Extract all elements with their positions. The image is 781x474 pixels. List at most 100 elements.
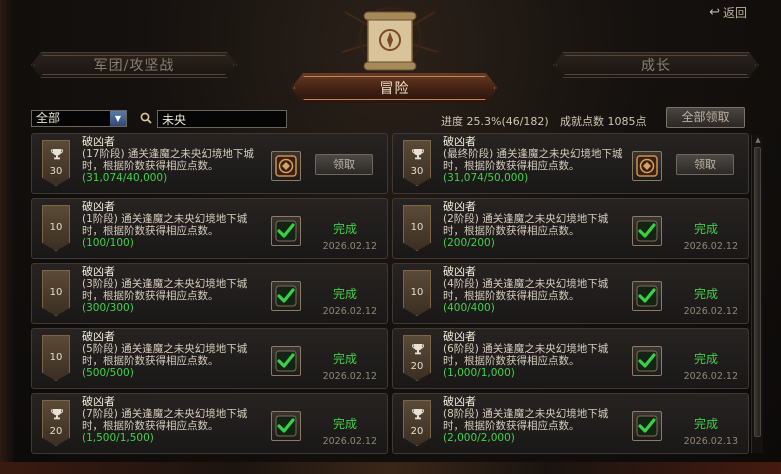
points-badge: 10 [403,270,431,316]
completed-date: 2026.02.12 [322,436,377,447]
achievement-text: 破凶者 (4阶段) 通关逢魔之未央幻境地下城时，根据阶数获得相应点数。 (400… [443,265,625,315]
tab-growth[interactable]: 成长 [553,52,759,78]
completed-label: 完成 [332,417,357,431]
category-select-value: 全部 [36,111,61,125]
claim-button[interactable]: 领取 [676,154,734,175]
achievement-card: 30 破凶者 (最终阶段) 通关逢魔之未央幻境地下城时，根据阶数获得相应点数。 … [392,133,749,194]
scroll-up-arrow-icon[interactable]: ▲ [752,135,764,145]
progress-summary: 进度 25.3%(46/182) [441,115,549,128]
search-input[interactable] [157,110,287,128]
achievement-text: 破凶者 (17阶段) 通关逢魔之未央幻境地下城时，根据阶数获得相应点数。 (31… [82,135,264,185]
checkmark-icon [275,415,297,437]
achievement-text: 破凶者 (6阶段) 通关逢魔之未央幻境地下城时，根据阶数获得相应点数。 (1,0… [443,330,625,380]
achievement-progress: (1,500/1,500) [82,432,154,444]
completed-label: 完成 [693,417,718,431]
chevron-down-icon[interactable]: ▼ [110,111,126,126]
completed-label: 完成 [693,222,718,236]
completed-date: 2026.02.12 [322,241,377,252]
badge-points: 10 [410,222,424,233]
scroll-thumb[interactable] [754,147,761,437]
points-badge: 10 [42,270,70,316]
achievement-progress: (500/500) [82,367,134,379]
tab-adventure-label: 冒险 [379,81,410,97]
left-edge-strip [0,0,14,474]
achievement-desc: (5阶段) 通关逢魔之未央幻境地下城时，根据阶数获得相应点数。 [82,343,248,367]
achievement-text: 破凶者 (最终阶段) 通关逢魔之未央幻境地下城时，根据阶数获得相应点数。 (31… [443,136,625,185]
checkmark-icon [275,220,297,242]
achievement-title: 破凶者 [82,135,115,148]
tab-legion[interactable]: 军团/攻坚战 [31,52,237,78]
reward-slot[interactable] [271,411,301,441]
completed-label: 完成 [693,352,718,366]
reward-slot[interactable] [632,346,662,376]
points-badge: 10 [42,205,70,251]
badge-points: 20 [410,361,424,372]
claim-button[interactable]: 领取 [315,154,373,175]
achievement-card: 10 破凶者 (2阶段) 通关逢魔之未央幻境地下城时，根据阶数获得相应点数。 (… [392,198,749,259]
reward-slot[interactable] [632,151,662,181]
return-label: 返回 [722,6,747,20]
achievement-card: 10 破凶者 (5阶段) 通关逢魔之未央幻境地下城时，根据阶数获得相应点数。 (… [31,328,388,389]
completed-date: 2026.02.12 [322,306,377,317]
achievement-title: 破凶者 [82,395,115,408]
achievement-title: 破凶者 [443,265,476,278]
achievement-text: 破凶者 (5阶段) 通关逢魔之未央幻境地下城时，根据阶数获得相应点数。 (500… [82,331,264,380]
achievement-list: 30 破凶者 (17阶段) 通关逢魔之未央幻境地下城时，根据阶数获得相应点数。 … [31,133,751,455]
reward-slot[interactable] [271,216,301,246]
reward-emblem-icon [275,155,297,177]
claim-all-button[interactable]: 全部领取 [666,107,745,128]
checkmark-icon [636,285,658,307]
achievement-desc: (17阶段) 通关逢魔之未央幻境地下城时，根据阶数获得相应点数。 [82,148,254,172]
return-button[interactable]: ↩ 返回 [709,4,747,21]
achievement-progress: (200/200) [443,237,495,249]
achievement-card: 20 破凶者 (6阶段) 通关逢魔之未央幻境地下城时，根据阶数获得相应点数。 (… [392,328,749,389]
tab-adventure[interactable]: 冒险 [291,73,498,103]
reward-slot[interactable] [271,151,301,181]
reward-slot[interactable] [271,281,301,311]
points-badge: 30 [403,140,431,186]
achievement-card: 20 破凶者 (7阶段) 通关逢魔之未央幻境地下城时，根据阶数获得相应点数。 (… [31,393,388,454]
badge-points: 20 [49,426,63,437]
achievement-card: 10 破凶者 (3阶段) 通关逢魔之未央幻境地下城时，根据阶数获得相应点数。 (… [31,263,388,324]
achievement-text: 破凶者 (2阶段) 通关逢魔之未央幻境地下城时，根据阶数获得相应点数。 (200… [443,200,625,250]
reward-slot[interactable] [632,281,662,311]
achievement-card: 30 破凶者 (17阶段) 通关逢魔之未央幻境地下城时，根据阶数获得相应点数。 … [31,133,388,194]
reward-slot[interactable] [632,216,662,246]
tab-legion-label: 军团/攻坚战 [93,58,175,74]
completed-date: 2026.02.12 [683,371,738,382]
badge-points: 30 [49,166,63,177]
achievement-title: 破凶者 [443,200,476,213]
reward-slot[interactable] [632,411,662,441]
magnifier-icon [140,112,152,124]
achievement-card: 10 破凶者 (1阶段) 通关逢魔之未央幻境地下城时，根据阶数获得相应点数。 (… [31,198,388,259]
achievement-desc: (2阶段) 通关逢魔之未央幻境地下城时，根据阶数获得相应点数。 [443,213,609,237]
achievement-desc: (7阶段) 通关逢魔之未央幻境地下城时，根据阶数获得相应点数。 [82,408,248,432]
achievement-progress: (31,074/50,000) [443,172,529,184]
completed-date: 2026.02.12 [683,241,738,252]
achievement-text: 破凶者 (1阶段) 通关逢魔之未央幻境地下城时，根据阶数获得相应点数。 (100… [82,201,264,250]
achievement-desc: (4阶段) 通关逢魔之未央幻境地下城时，根据阶数获得相应点数。 [443,278,609,302]
completed-label: 完成 [332,287,357,301]
category-select[interactable]: 全部 ▼ [31,110,127,127]
achievement-points: 成就点数 1085点 [560,115,647,128]
achievement-title: 破凶者 [443,395,476,408]
badge-points: 30 [410,166,424,177]
achievement-title: 破凶者 [82,265,115,278]
badge-points: 10 [410,287,424,298]
scroll-emblem-icon [341,7,439,71]
points-badge: 20 [403,400,431,446]
achievement-text: 破凶者 (3阶段) 通关逢魔之未央幻境地下城时，根据阶数获得相应点数。 (300… [82,265,264,315]
checkmark-icon [636,220,658,242]
reward-slot[interactable] [271,346,301,376]
achievement-desc: (8阶段) 通关逢魔之未央幻境地下城时，根据阶数获得相应点数。 [443,408,609,432]
completed-label: 完成 [332,222,357,236]
achievement-desc: (1阶段) 通关逢魔之未央幻境地下城时，根据阶数获得相应点数。 [82,213,248,237]
badge-points: 10 [49,287,63,298]
achievement-progress: (400/400) [443,302,495,314]
points-badge: 30 [42,140,70,186]
achievement-progress: (1,000/1,000) [443,367,515,379]
scrollbar[interactable]: ▲ [751,135,763,453]
trophy-icon [412,409,424,420]
checkmark-icon [636,350,658,372]
achievement-title: 破凶者 [443,330,476,343]
